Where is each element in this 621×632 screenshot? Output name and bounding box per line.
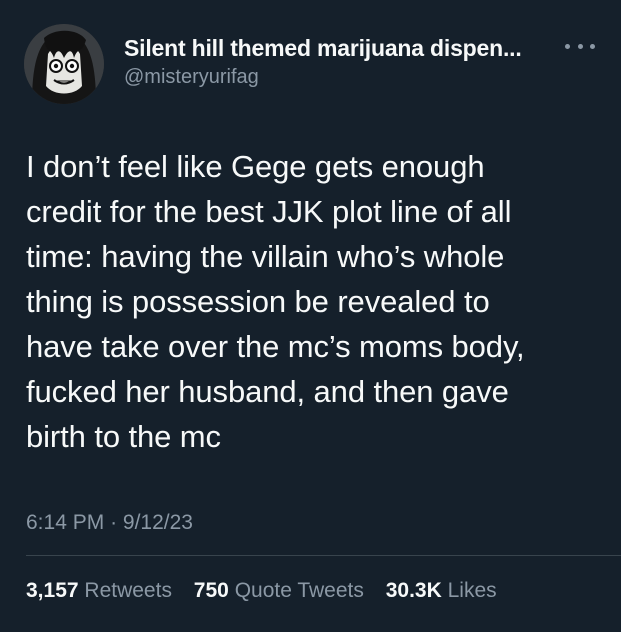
tweet-stats: 3,157 Retweets 750 Quote Tweets 30.3K Li… [26, 576, 513, 606]
tweet-time: 6:14 PM [26, 511, 105, 534]
tweet-text: I don’t feel like Gege gets enough credi… [26, 149, 525, 454]
avatar[interactable] [24, 24, 104, 104]
quote-tweets-stat[interactable]: 750 Quote Tweets [194, 579, 370, 602]
more-options-icon[interactable] [565, 36, 595, 56]
quote-tweets-label: Quote Tweets [234, 579, 364, 602]
display-name[interactable]: Silent hill themed marijuana dispen... [124, 34, 561, 62]
divider [26, 555, 621, 556]
dot [590, 43, 595, 49]
likes-stat[interactable]: 30.3K Likes [386, 579, 497, 602]
retweets-count: 3,157 [26, 579, 79, 602]
likes-label: Likes [447, 579, 497, 602]
tweet-timestamp[interactable]: 6:14 PM · 9/12/23 [26, 508, 193, 538]
dot [577, 43, 583, 49]
tweet-header: Silent hill themed marijuana dispen... @… [24, 24, 601, 104]
author-names: Silent hill themed marijuana dispen... @… [124, 34, 561, 90]
retweets-label: Retweets [84, 579, 172, 602]
quote-tweets-count: 750 [193, 579, 229, 602]
username-handle[interactable]: @misteryurifag [124, 64, 561, 90]
retweets-stat[interactable]: 3,157 Retweets [26, 579, 178, 602]
avatar-image [24, 24, 104, 104]
tweet-date: 9/12/23 [122, 511, 193, 534]
likes-count: 30.3K [385, 579, 442, 602]
dot [565, 43, 570, 49]
meta-separator: · [110, 511, 118, 534]
